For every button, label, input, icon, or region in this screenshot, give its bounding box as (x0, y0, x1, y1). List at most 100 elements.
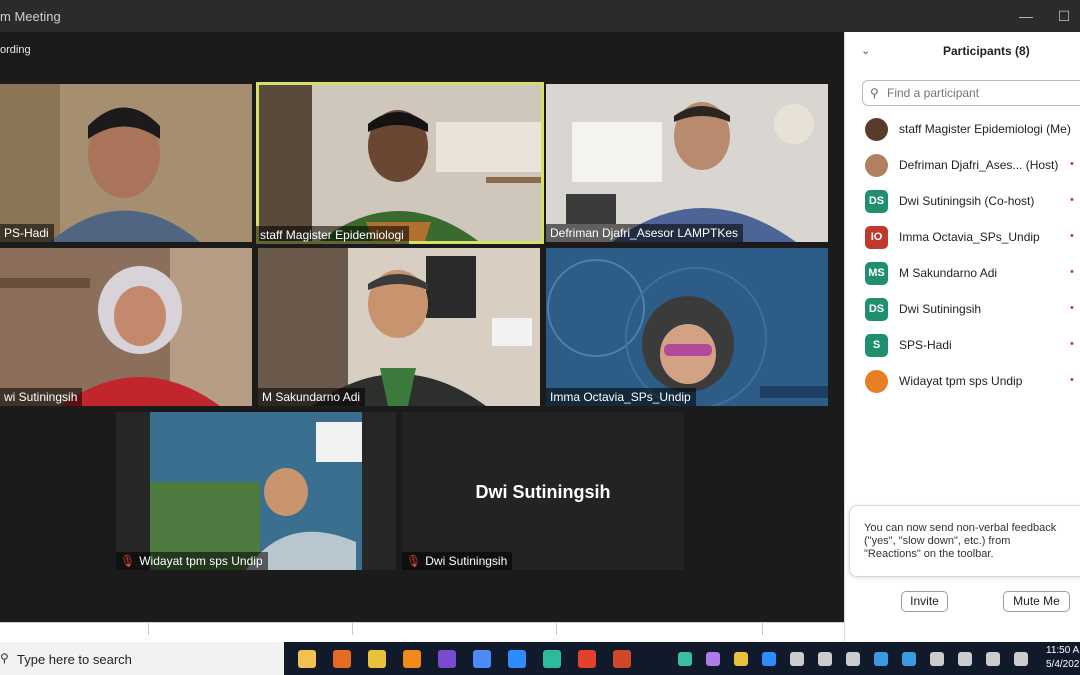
avatar (865, 370, 888, 393)
tray-icon[interactable] (818, 652, 832, 666)
search-input[interactable] (887, 84, 1077, 102)
participant-list-name: M Sakundarno Adi (899, 266, 998, 280)
participant-name: PS-Hadi (4, 226, 49, 240)
recording-indicator: ording (0, 44, 31, 56)
video-tile[interactable]: wi Sutiningsih (0, 248, 252, 406)
participant-list-name: Widayat tpm sps Undip (899, 374, 1023, 388)
participant-list-name: Dwi Sutiningsih (Co-host) (899, 194, 1035, 208)
video-feed (116, 412, 396, 570)
video-feed (258, 248, 540, 406)
powerpoint-icon[interactable] (613, 650, 631, 668)
video-tile[interactable]: Imma Octavia_SPs_Undip (546, 248, 828, 406)
tray-icon[interactable] (734, 652, 748, 666)
mic-status-icon: • (1070, 158, 1074, 170)
tip-text: You can now send non-verbal feedback ("y… (864, 522, 1057, 560)
panel-title: Participants (8) (943, 44, 1030, 58)
video-tile[interactable]: 🎙 Widayat tpm sps Undip (116, 412, 396, 570)
active-speaker-tile[interactable]: staff Magister Epidemiologi (256, 82, 544, 244)
mic-status-icon: • (1070, 266, 1074, 278)
clock-date: 5/4/202 (1046, 659, 1080, 670)
participant-row[interactable]: DS Dwi Sutiningsih (Co-host) • (845, 184, 1080, 220)
participant-name-label: Defriman Djafri_Asesor LAMPTKes (546, 224, 744, 242)
maximize-icon[interactable]: ☐ (1050, 6, 1078, 26)
participant-row[interactable]: Defriman Djafri_Ases... (Host) • (845, 148, 1080, 184)
search-icon: ⚲ (0, 651, 9, 665)
bluetooth-icon[interactable] (902, 652, 916, 666)
mic-status-icon: • (1070, 194, 1074, 206)
clock[interactable]: 11:50 A 5/4/202 (1046, 644, 1079, 672)
participant-row[interactable]: S SPS-Hadi • (845, 328, 1080, 364)
muted-mic-icon: 🎙 (120, 554, 136, 568)
clock-time: 11:50 A (1046, 645, 1080, 656)
app-icon[interactable] (543, 650, 561, 668)
zoom-icon[interactable] (508, 650, 526, 668)
participant-name: wi Sutiningsih (4, 390, 78, 404)
microphone-icon[interactable] (930, 652, 944, 666)
file-explorer-icon[interactable] (298, 650, 316, 668)
usb-icon[interactable] (790, 652, 804, 666)
participant-row[interactable]: staff Magister Epidemiologi (Me) (845, 112, 1080, 148)
participant-search[interactable]: ⚲ (862, 80, 1080, 106)
panel-header: ⌄ Participants (8) (845, 32, 1080, 72)
avatar: S (865, 334, 888, 357)
participant-name: Defriman Djafri_Asesor LAMPTKes (550, 226, 739, 240)
window-title: m Meeting (0, 9, 61, 24)
taskbar-search[interactable]: ⚲ Type here to search (0, 642, 284, 675)
app-icon[interactable] (368, 650, 386, 668)
video-tile[interactable]: M Sakundarno Adi (258, 248, 540, 406)
mic-status-icon: • (1070, 374, 1074, 386)
minimize-icon[interactable]: — (1012, 6, 1040, 26)
title-bar: m Meeting — ☐ (0, 0, 1080, 32)
video-tile[interactable]: PS-Hadi (0, 84, 252, 242)
divider (352, 623, 353, 635)
video-feed (546, 84, 828, 242)
wifi-icon[interactable] (986, 652, 1000, 666)
visual-studio-icon[interactable] (438, 650, 456, 668)
avatar: IO (865, 226, 888, 249)
tray-icon[interactable] (846, 652, 860, 666)
participant-row[interactable]: Widayat tpm sps Undip • (845, 364, 1080, 400)
participant-name: Dwi Sutiningsih (425, 554, 508, 568)
avatar: DS (865, 190, 888, 213)
participant-row[interactable]: MS M Sakundarno Adi • (845, 256, 1080, 292)
mic-status-icon: • (1070, 230, 1074, 242)
tray-icon[interactable] (678, 652, 692, 666)
video-tile[interactable]: Dwi Sutiningsih 🎙 Dwi Sutiningsih (402, 412, 684, 570)
chevron-down-icon[interactable]: ⌄ (861, 44, 870, 57)
mute-me-button[interactable]: Mute Me (1003, 591, 1070, 612)
video-tile[interactable]: Defriman Djafri_Asesor LAMPTKes (546, 84, 828, 242)
volume-icon[interactable] (1014, 652, 1028, 666)
participant-name: staff Magister Epidemiologi (260, 228, 404, 242)
zoom-window: m Meeting — ☐ ording PS-Hadi staff Magis… (0, 0, 1080, 675)
video-stage: ording PS-Hadi staff Magister Epidemiolo… (0, 32, 844, 642)
participant-row[interactable]: IO Imma Octavia_SPs_Undip • (845, 220, 1080, 256)
video-feed (0, 84, 252, 242)
firefox-icon[interactable] (333, 650, 351, 668)
participant-name-label: staff Magister Epidemiologi (256, 226, 409, 244)
invite-button[interactable]: Invite (901, 591, 948, 612)
battery-icon[interactable] (958, 652, 972, 666)
pdf-icon[interactable] (578, 650, 596, 668)
reactions-tip: You can now send non-verbal feedback ("y… (849, 505, 1080, 577)
video-feed (0, 248, 252, 406)
participant-name: Widayat tpm sps Undip (139, 554, 263, 568)
tray-icon[interactable] (706, 652, 720, 666)
avatar: DS (865, 298, 888, 321)
participant-list-name: staff Magister Epidemiologi (Me) (899, 122, 1071, 136)
participant-list-name: Defriman Djafri_Ases... (Host) (899, 158, 1059, 172)
tray-icon[interactable] (874, 652, 888, 666)
participants-panel: ⌄ Participants (8) ⚲ staff Magister Epid… (844, 32, 1080, 642)
divider (556, 623, 557, 635)
participant-name-label: PS-Hadi (0, 224, 54, 242)
participant-list-name: Dwi Sutiningsih (899, 302, 982, 316)
video-feed (546, 248, 828, 406)
avatar (865, 118, 888, 141)
chrome-icon[interactable] (473, 650, 491, 668)
vlc-icon[interactable] (403, 650, 421, 668)
taskbar-search-placeholder: Type here to search (17, 652, 132, 667)
participant-list: staff Magister Epidemiologi (Me) Defriman… (845, 112, 1080, 400)
tray-icon[interactable] (762, 652, 776, 666)
avatar (865, 154, 888, 177)
windows-taskbar: ⚲ Type here to search 11:50 A 5/4/202 (0, 642, 1080, 675)
participant-row[interactable]: DS Dwi Sutiningsih • (845, 292, 1080, 328)
